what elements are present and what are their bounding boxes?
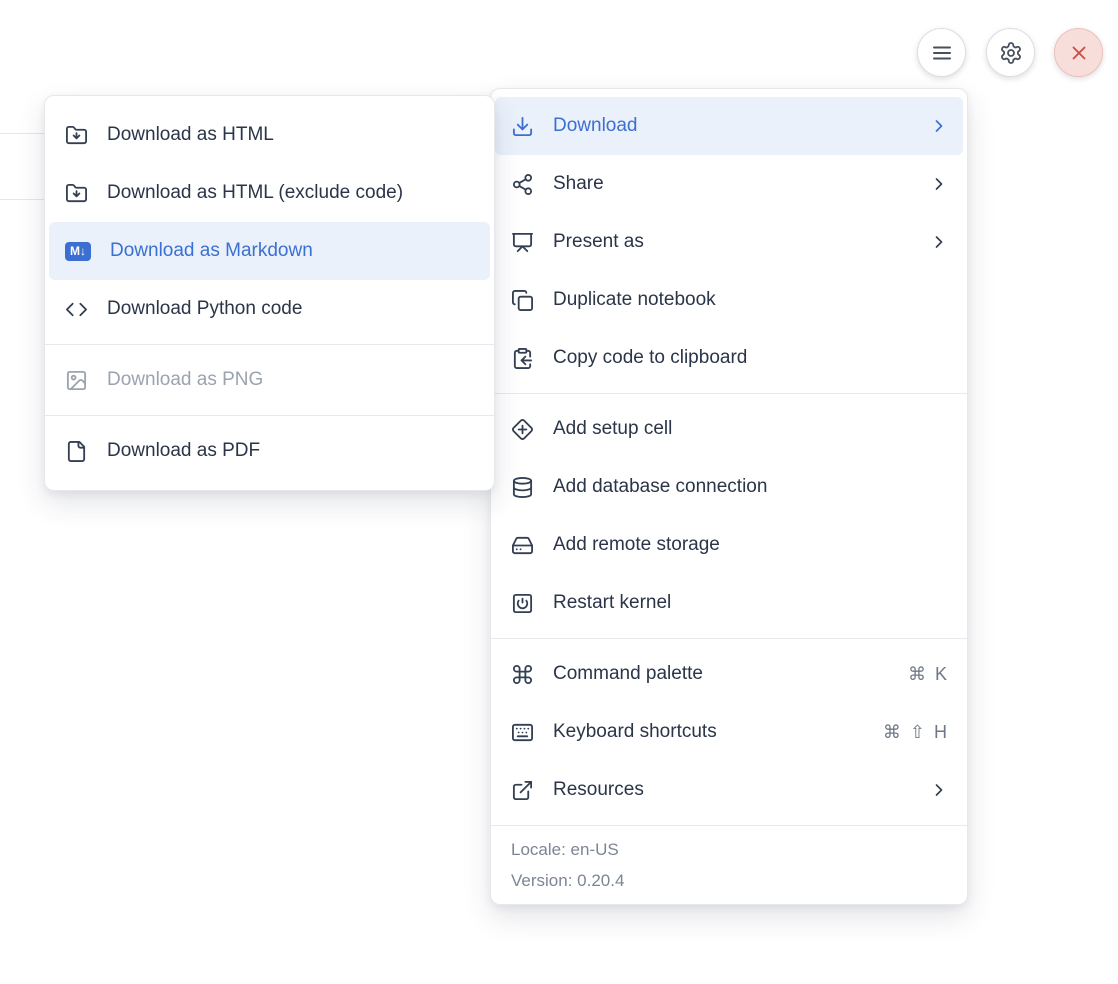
menu-item-add-database-connection[interactable]: Add database connection [495, 458, 963, 516]
menu-item-label: Download [553, 115, 929, 137]
menu-item-duplicate-notebook[interactable]: Duplicate notebook [495, 271, 963, 329]
menu-item-download-as-markdown[interactable]: M↓ Download as Markdown [49, 222, 490, 280]
menu-item-add-remote-storage[interactable]: Add remote storage [495, 516, 963, 574]
diamond-plus-icon [511, 418, 534, 441]
notebook-menu-button[interactable] [917, 28, 966, 77]
file-icon [65, 440, 88, 463]
menu-item-label: Add database connection [553, 476, 949, 498]
menu-item-label: Download Python code [107, 298, 476, 320]
external-link-icon [511, 779, 534, 802]
menu-item-label: Download as PDF [107, 440, 476, 462]
page-divider-line [0, 199, 46, 200]
shortcut-hint: ⌘ ⇧ H [883, 722, 949, 743]
duplicate-icon [511, 289, 534, 312]
notebook-actions-menu: Download Share Present as Duplicate note… [490, 88, 968, 905]
menu-separator [45, 415, 494, 416]
hamburger-icon [930, 41, 954, 65]
menu-item-label: Duplicate notebook [553, 289, 949, 311]
presentation-icon [511, 231, 534, 254]
menu-item-label: Download as HTML (exclude code) [107, 182, 476, 204]
menu-item-present-as[interactable]: Present as [495, 213, 963, 271]
download-submenu: Download as HTML Download as HTML (exclu… [44, 95, 495, 491]
menu-item-label: Download as HTML [107, 124, 476, 146]
menu-item-download-python-code[interactable]: Download Python code [49, 280, 490, 338]
menu-item-keyboard-shortcuts[interactable]: Keyboard shortcuts ⌘ ⇧ H [495, 703, 963, 761]
command-icon [511, 663, 534, 686]
menu-item-download-as-html[interactable]: Download as HTML [49, 106, 490, 164]
shortcut-hint: ⌘ K [908, 664, 949, 685]
folder-download-icon [65, 182, 88, 205]
menu-item-restart-kernel[interactable]: Restart kernel [495, 574, 963, 632]
chevron-right-icon [929, 174, 949, 194]
code-icon [65, 298, 88, 321]
clipboard-copy-icon [511, 347, 534, 370]
locale-text: Locale: en-US [511, 834, 947, 865]
keyboard-icon [511, 721, 534, 744]
menu-item-label: Add setup cell [553, 418, 949, 440]
menu-item-label: Copy code to clipboard [553, 347, 949, 369]
markdown-icon: M↓ [65, 240, 91, 263]
settings-button[interactable] [986, 28, 1035, 77]
menu-item-download[interactable]: Download [495, 97, 963, 155]
menu-item-download-as-pdf[interactable]: Download as PDF [49, 422, 490, 480]
menu-item-label: Keyboard shortcuts [553, 721, 883, 743]
menu-item-label: Command palette [553, 663, 908, 685]
image-icon [65, 369, 88, 392]
menu-item-download-as-png[interactable]: Download as PNG [49, 351, 490, 409]
chevron-right-icon [929, 780, 949, 800]
menu-item-copy-code[interactable]: Copy code to clipboard [495, 329, 963, 387]
menu-item-label: Download as Markdown [110, 240, 476, 262]
gear-icon [999, 41, 1023, 65]
menu-separator [491, 393, 967, 394]
menu-item-add-setup-cell[interactable]: Add setup cell [495, 400, 963, 458]
database-icon [511, 476, 534, 499]
chevron-right-icon [929, 232, 949, 252]
folder-download-icon [65, 124, 88, 147]
menu-item-label: Present as [553, 231, 929, 253]
power-icon [511, 592, 534, 615]
menu-footer: Locale: en-US Version: 0.20.4 [491, 825, 967, 904]
menu-item-command-palette[interactable]: Command palette ⌘ K [495, 645, 963, 703]
menu-item-share[interactable]: Share [495, 155, 963, 213]
menu-separator [491, 638, 967, 639]
page-divider-line [0, 133, 46, 134]
download-icon [511, 115, 534, 138]
share-icon [511, 173, 534, 196]
chevron-right-icon [929, 116, 949, 136]
hard-drive-icon [511, 534, 534, 557]
menu-item-label: Download as PNG [107, 369, 476, 391]
version-text: Version: 0.20.4 [511, 865, 947, 896]
menu-item-label: Restart kernel [553, 592, 949, 614]
menu-item-label: Share [553, 173, 929, 195]
close-app-button[interactable] [1054, 28, 1103, 77]
menu-separator [45, 344, 494, 345]
menu-item-resources[interactable]: Resources [495, 761, 963, 819]
menu-item-download-as-html-exclude-code[interactable]: Download as HTML (exclude code) [49, 164, 490, 222]
menu-item-label: Add remote storage [553, 534, 949, 556]
menu-item-label: Resources [553, 779, 929, 801]
close-icon [1068, 42, 1090, 64]
